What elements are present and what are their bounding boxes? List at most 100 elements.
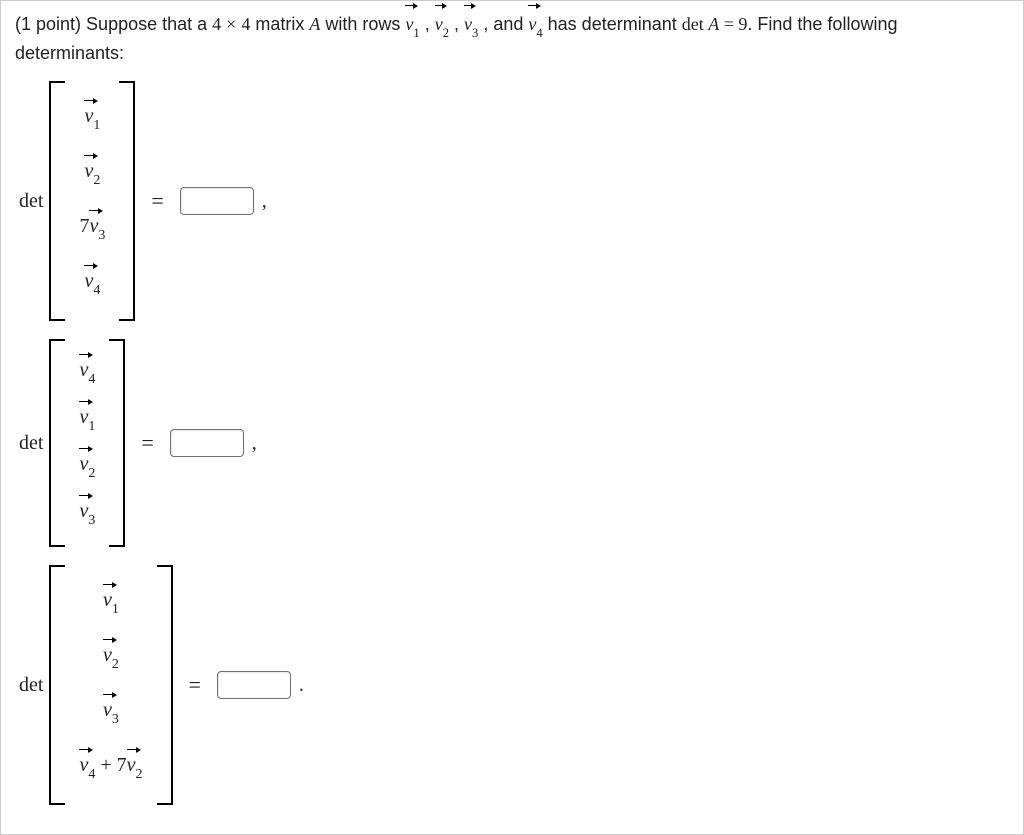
- v2-sub: 2: [443, 26, 449, 40]
- vector-v4: v4: [528, 11, 542, 40]
- matrix-row: v2: [73, 630, 148, 685]
- v-sub: 4: [88, 372, 95, 387]
- left-bracket-icon: [49, 81, 65, 321]
- equals-sign: =: [151, 188, 163, 214]
- vector-v1: v1: [405, 11, 419, 40]
- v-sub: 2: [93, 173, 100, 188]
- problem-page: (1 point) Suppose that a 4 × 4 matrix A …: [0, 0, 1024, 835]
- v3-sub: 3: [472, 26, 478, 40]
- sep-2: ,: [449, 14, 464, 34]
- vector-v2: v2: [435, 11, 449, 40]
- v1-sub: 1: [413, 26, 419, 40]
- scalar: 7: [79, 215, 89, 237]
- vector-v2: v2: [127, 755, 143, 780]
- left-bracket-icon: [49, 339, 65, 547]
- vector-v2: v2: [103, 645, 119, 670]
- matrix-row: v2: [73, 146, 111, 201]
- vector-v2: v2: [84, 161, 100, 186]
- v-letter: v: [103, 699, 112, 721]
- left-bracket-icon: [49, 565, 65, 805]
- problem-statement: (1 point) Suppose that a 4 × 4 matrix A …: [15, 11, 1009, 67]
- right-bracket-icon: [109, 339, 125, 547]
- dim-1: 4: [212, 14, 221, 34]
- answer-input-1[interactable]: [180, 187, 254, 215]
- v-letter: v: [127, 754, 136, 776]
- v3-letter: v: [464, 14, 472, 34]
- v4-sub: 4: [536, 26, 542, 40]
- equals-sign: =: [189, 672, 201, 698]
- vector-v1: v1: [84, 106, 100, 131]
- matrix-row: v1: [73, 396, 101, 443]
- matrix-row: v4 + 7v2: [73, 740, 148, 795]
- matrix-row: v4: [73, 256, 111, 311]
- equals-sign: =: [141, 430, 153, 456]
- vector-v3: v3: [103, 700, 119, 725]
- vector-v1: v1: [79, 407, 95, 432]
- matrix-row: v1: [73, 575, 148, 630]
- matrix-row: 7v3: [73, 201, 111, 256]
- vector-v3: v3: [79, 501, 95, 526]
- det-label: det: [19, 190, 43, 213]
- matrix-row: v4: [73, 349, 101, 396]
- answer-input-2[interactable]: [170, 429, 244, 457]
- v-sub: 3: [112, 712, 119, 727]
- v-sub: 1: [88, 419, 95, 434]
- v-letter: v: [89, 215, 98, 237]
- matrix-row: v3: [73, 685, 148, 740]
- v-letter: v: [79, 754, 88, 776]
- matrix-row: v2: [73, 443, 101, 490]
- determinant-question-1: det v1 v2 7v3 v4 = ,: [19, 81, 1009, 321]
- sep-1: ,: [420, 14, 435, 34]
- text-b: matrix: [250, 14, 309, 34]
- text-d: has determinant: [543, 14, 682, 34]
- right-bracket-icon: [119, 81, 135, 321]
- matrix-column: v4 v1 v2 v3: [65, 339, 109, 547]
- v-sub: 2: [112, 657, 119, 672]
- v-letter: v: [79, 406, 88, 428]
- scalar: 7: [117, 754, 127, 776]
- matrix-3: v1 v2 v3 v4 + 7v2: [49, 565, 172, 805]
- v-letter: v: [103, 589, 112, 611]
- v-letter: v: [79, 500, 88, 522]
- v-letter: v: [103, 644, 112, 666]
- vector-v1: v1: [103, 590, 119, 615]
- det-text: det: [682, 14, 709, 34]
- matrix-row: v1: [73, 91, 111, 146]
- v-letter: v: [79, 453, 88, 475]
- trailing-comma: ,: [262, 190, 267, 213]
- eq-symbol: =: [719, 14, 738, 34]
- sep-3: , and: [478, 14, 528, 34]
- determinant-question-3: det v1 v2 v3 v4 + 7v2 = .: [19, 565, 1009, 805]
- trailing-comma: ,: [252, 432, 257, 455]
- v-sub: 1: [112, 602, 119, 617]
- vector-v4: v4: [84, 271, 100, 296]
- times-symbol: ×: [226, 14, 236, 34]
- det-label: det: [19, 432, 43, 455]
- text-a: Suppose that a: [86, 14, 212, 34]
- v-sub: 3: [88, 513, 95, 528]
- text-c: with rows: [320, 14, 405, 34]
- vector-v4: v4: [79, 755, 95, 780]
- v2-letter: v: [435, 14, 443, 34]
- v-letter: v: [79, 359, 88, 381]
- determinant-question-2: det v4 v1 v2 v3 = ,: [19, 339, 1009, 547]
- plus-sign: +: [95, 754, 116, 776]
- dim-2: 4: [241, 14, 250, 34]
- vector-v3: v3: [89, 216, 105, 241]
- trailing-period: .: [299, 674, 304, 697]
- vector-v3: v3: [464, 11, 478, 40]
- v-sub: 4: [88, 767, 95, 782]
- v-sub: 1: [93, 118, 100, 133]
- points-label: (1 point): [15, 14, 86, 34]
- matrix-name-a: A: [309, 14, 320, 34]
- answer-input-3[interactable]: [217, 671, 291, 699]
- v-sub: 4: [93, 283, 100, 298]
- matrix-name-a2: A: [708, 14, 719, 34]
- matrix-row: v3: [73, 490, 101, 537]
- matrix-column: v1 v2 v3 v4 + 7v2: [65, 565, 156, 805]
- vector-v4: v4: [79, 360, 95, 385]
- matrix-2: v4 v1 v2 v3: [49, 339, 125, 547]
- vector-v2: v2: [79, 454, 95, 479]
- v-sub: 2: [136, 767, 143, 782]
- right-bracket-icon: [157, 565, 173, 805]
